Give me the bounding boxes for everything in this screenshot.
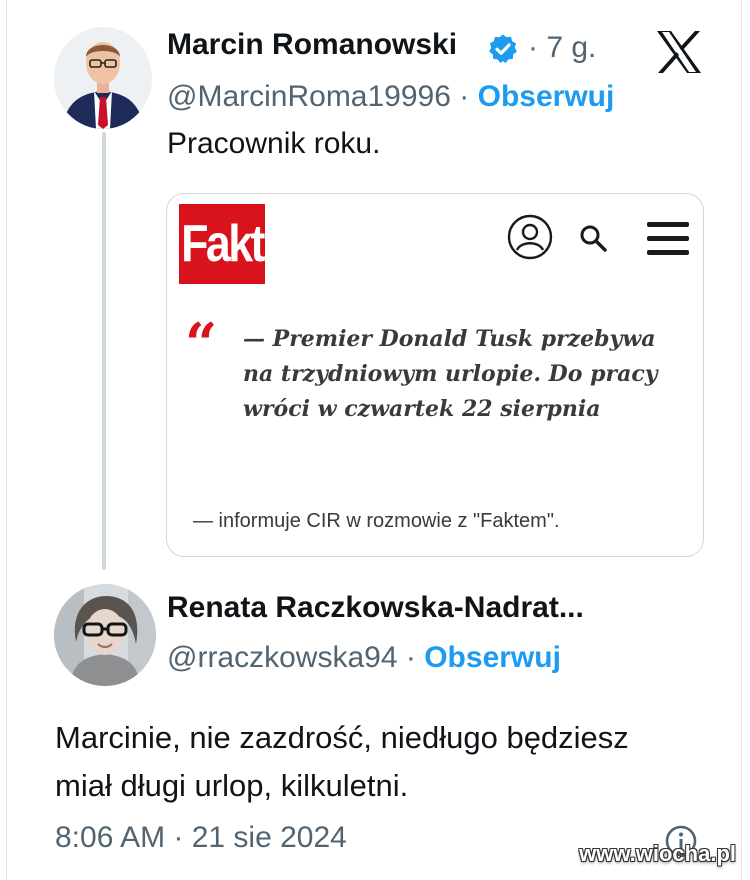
author-handle-row: @MarcinRoma19996 · Obserwuj	[167, 80, 614, 114]
reply-text: Marcinie, nie zazdrość, niedługo będzies…	[55, 714, 629, 810]
author-avatar[interactable]	[54, 27, 152, 129]
separator-dot: ·	[405, 641, 416, 674]
user-account-icon	[507, 214, 553, 260]
watermark: www.wiocha.pl	[579, 841, 736, 866]
quote-text: — Premier Donald Tusk przebywa na trzydn…	[243, 326, 658, 422]
reply-timestamp[interactable]: 8:06 AM · 21 sie 2024	[55, 821, 347, 855]
reply-text-line-1: Marcinie, nie zazdrość, niedługo będzies…	[55, 720, 629, 755]
separator-dot: ·	[459, 80, 470, 113]
thread-connector-line	[102, 132, 106, 570]
tweet-text: Pracownik roku.	[167, 127, 381, 160]
author-name[interactable]: Marcin Romanowski	[167, 28, 457, 62]
reply-author-name[interactable]: Renata Raczkowska-Nadrat...	[167, 591, 584, 625]
search-icon	[580, 225, 607, 252]
follow-button[interactable]: Obserwuj	[478, 80, 615, 113]
fakt-logo: Fakt	[179, 204, 265, 284]
reply-handle-row: @rraczkowska94 · Obserwuj	[167, 641, 561, 675]
reply-follow-button[interactable]: Obserwuj	[424, 641, 561, 674]
author-handle[interactable]: @MarcinRoma19996	[167, 80, 451, 113]
quote-mark: “	[185, 311, 218, 377]
quoted-article-card[interactable]: Fakt “ — Premier Donald Tusk przebywa na…	[166, 193, 704, 557]
tweet-time[interactable]: · 7 g.	[528, 31, 596, 65]
reply-author-handle[interactable]: @rraczkowska94	[167, 641, 398, 674]
quote-source: — informuje CIR w rozmowie z "Faktem".	[193, 510, 560, 532]
menu-icon	[647, 222, 689, 255]
reply-text-line-2: miał długi urlop, kilkuletni.	[55, 768, 409, 803]
x-logo-icon[interactable]	[655, 29, 703, 75]
reply-author-avatar[interactable]	[54, 584, 156, 686]
verified-badge-icon	[489, 34, 517, 64]
